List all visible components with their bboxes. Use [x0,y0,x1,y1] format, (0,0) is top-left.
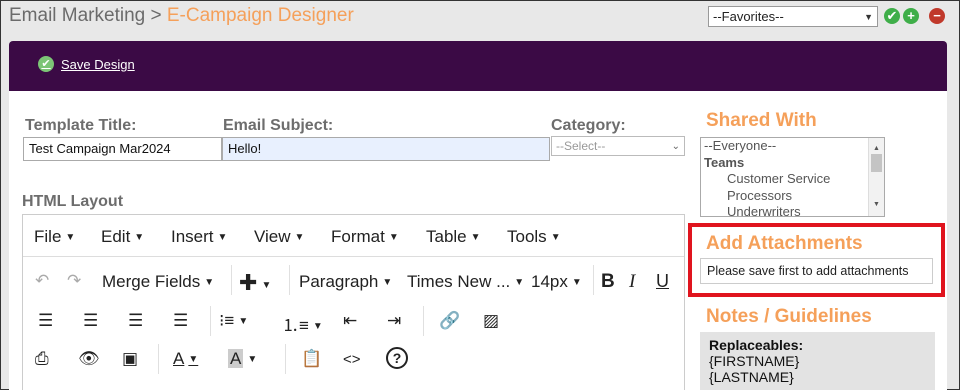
list-item[interactable]: Customer Service [701,171,884,188]
chevron-down-icon: ▼ [864,11,873,22]
list-item[interactable]: Processors [701,188,884,205]
breadcrumb-separator: > [145,5,167,26]
menu-edit[interactable]: Edit ▼ [101,227,144,247]
align-right-icon[interactable]: ☰ [128,311,143,331]
replaceable-token: {FIRSTNAME} [709,353,800,369]
menu-view[interactable]: View ▼ [254,227,304,247]
remove-favorite-button[interactable]: − [929,8,945,24]
email-subject-input[interactable]: Hello! [222,137,550,161]
category-selected: --Select-- [556,139,606,153]
replaceable-token: {LASTNAME} [709,369,794,385]
redo-icon[interactable]: ↷ [67,271,81,291]
undo-icon[interactable]: ↶ [35,271,49,291]
shared-with-heading: Shared With [706,110,817,131]
notes-panel: Replaceables: {FIRSTNAME} {LASTNAME} [700,332,935,390]
align-center-icon[interactable]: ☰ [83,311,98,331]
media-icon[interactable]: ▣ [122,349,138,369]
insert-plus-dropdown[interactable]: ✚ ▼ [239,270,271,296]
numbered-list-dropdown[interactable]: ⒈≡ ▼ [282,311,323,336]
help-icon[interactable]: ? [386,347,408,369]
breadcrumb-parent[interactable]: Email Marketing [9,5,145,26]
replaceables-label: Replaceables: [709,337,804,353]
preview-eye-icon[interactable]: 👁 [78,349,100,369]
menu-table[interactable]: Table ▼ [426,227,481,247]
menu-file[interactable]: File ▼ [34,227,75,247]
template-title-label: Template Title: [25,117,137,134]
merge-fields-dropdown[interactable]: Merge Fields ▼ [102,272,214,292]
background-color-dropdown[interactable]: A ▼ [228,349,257,369]
link-icon[interactable]: 🔗 [439,311,460,331]
image-icon[interactable]: ▨ [483,311,499,331]
menu-format[interactable]: Format ▼ [331,227,399,247]
align-justify-icon[interactable]: ☰ [173,311,188,331]
print-icon[interactable]: ⎙ [35,349,49,369]
notes-guidelines-heading: Notes / Guidelines [706,306,872,327]
template-title-input[interactable]: Test Campaign Mar2024 [23,137,222,161]
chevron-down-icon: ⌄ [671,140,680,152]
check-circle-icon: ✔ [38,56,54,72]
attachments-note: Please save first to add attachments [700,258,933,284]
save-design-button[interactable]: ✔ Save Design [38,56,135,72]
scroll-thumb[interactable] [871,154,882,172]
italic-button[interactable]: I [629,271,635,293]
outdent-icon[interactable]: ⇤ [343,311,357,331]
scroll-down-icon[interactable]: ▼ [873,197,880,214]
editor-menubar: File ▼ Edit ▼ Insert ▼ View ▼ Format ▼ Table ▼… [23,215,684,257]
font-size-dropdown[interactable]: 14px ▼ [531,272,582,292]
breadcrumb: Email Marketing > E-Campaign Designer [9,5,354,27]
breadcrumb-current: E-Campaign Designer [166,5,354,26]
add-attachments-heading: Add Attachments [706,233,863,254]
favorites-select[interactable]: --Favorites-- ▼ [708,6,878,27]
html-editor[interactable]: File ▼ Edit ▼ Insert ▼ View ▼ Format ▼ Table ▼… [22,214,685,390]
shared-with-list[interactable]: --Everyone-- Teams Customer Service Proc… [700,137,885,217]
category-label: Category: [551,117,626,134]
email-subject-label: Email Subject: [223,117,334,134]
scrollbar[interactable]: ▲ ▼ [868,138,884,216]
font-family-dropdown[interactable]: Times New ... ▼ [407,272,524,292]
list-item[interactable]: --Everyone-- [701,138,884,155]
list-item[interactable]: Underwriters [701,204,884,216]
text-color-dropdown[interactable]: A ▼ [173,349,198,369]
bullet-list-dropdown[interactable]: ⁝≡ ▼ [219,311,248,331]
category-select[interactable]: --Select-- ⌄ [551,136,685,156]
paste-icon[interactable]: 📋 [301,349,322,369]
confirm-favorite-button[interactable]: ✔ [884,8,900,24]
save-design-label: Save Design [61,56,135,72]
menu-tools[interactable]: Tools ▼ [507,227,561,247]
source-code-icon[interactable]: <> [343,351,361,368]
list-group: Teams [704,154,745,170]
html-layout-label: HTML Layout [22,193,124,210]
bold-button[interactable]: B [601,271,615,293]
align-left-icon[interactable]: ☰ [38,311,53,331]
indent-icon[interactable]: ⇥ [387,311,401,331]
favorites-selected: --Favorites-- [713,9,784,24]
add-favorite-button[interactable]: + [903,8,919,24]
menu-insert[interactable]: Insert ▼ [171,227,227,247]
block-format-dropdown[interactable]: Paragraph ▼ [299,272,392,292]
underline-button[interactable]: U [656,271,669,292]
designer-toolbar [9,41,947,91]
